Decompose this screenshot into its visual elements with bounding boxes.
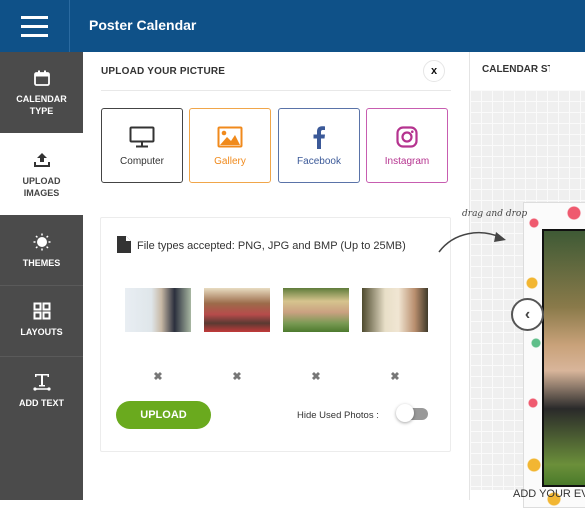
sidebar-label: UPLOAD bbox=[22, 176, 61, 186]
tab-calendar-style[interactable]: CALENDAR ST bbox=[470, 52, 550, 88]
image-icon bbox=[217, 124, 243, 150]
source-label: Gallery bbox=[214, 156, 246, 167]
sidebar-item-upload-images[interactable]: UPLOAD IMAGES bbox=[0, 133, 83, 215]
hide-used-photos-label: Hide Used Photos : bbox=[297, 410, 379, 421]
sidebar: CALENDAR TYPE UPLOAD IMAGES THEMES LAYOU… bbox=[0, 52, 83, 500]
add-event-label[interactable]: ADD YOUR EV bbox=[513, 488, 585, 500]
sidebar-label: ADD TEXT bbox=[19, 398, 64, 408]
facebook-icon bbox=[312, 124, 326, 150]
hide-used-photos-toggle[interactable] bbox=[396, 404, 428, 422]
file-types-text: File types accepted: PNG, JPG and BMP (U… bbox=[137, 240, 406, 252]
instagram-icon bbox=[396, 124, 418, 150]
monitor-icon bbox=[129, 124, 155, 150]
hamburger-icon bbox=[21, 13, 48, 40]
calendar-canvas-panel: CALENDAR ST ADD YOUR EV bbox=[469, 52, 585, 508]
drag-and-drop-hint: drag and drop bbox=[462, 209, 528, 219]
divider bbox=[101, 90, 451, 91]
photo-thumbnail[interactable] bbox=[204, 288, 270, 332]
text-icon bbox=[32, 373, 52, 391]
grid-icon bbox=[33, 302, 51, 320]
sidebar-label: THEMES bbox=[22, 258, 61, 268]
source-facebook-button[interactable]: Facebook bbox=[278, 108, 360, 183]
sidebar-label: CALENDAR bbox=[16, 94, 67, 104]
sidebar-item-calendar-type[interactable]: CALENDAR TYPE bbox=[0, 52, 83, 133]
canvas-grid bbox=[470, 90, 585, 508]
poster-photo bbox=[542, 229, 585, 487]
upload-icon bbox=[33, 151, 51, 169]
file-icon bbox=[117, 236, 131, 256]
sidebar-label: TYPE bbox=[29, 106, 54, 116]
sidebar-label: IMAGES bbox=[23, 188, 60, 198]
photo-thumbnail[interactable] bbox=[125, 288, 191, 332]
top-bar: Poster Calendar bbox=[0, 0, 585, 52]
menu-button[interactable] bbox=[0, 0, 70, 52]
source-computer-button[interactable]: Computer bbox=[101, 108, 183, 183]
delete-photo-button[interactable]: ✖ bbox=[231, 370, 243, 383]
delete-photo-button[interactable]: ✖ bbox=[152, 370, 164, 383]
source-gallery-button[interactable]: Gallery bbox=[189, 108, 271, 183]
photo-thumbnail[interactable] bbox=[283, 288, 349, 332]
calendar-icon bbox=[33, 69, 51, 87]
sun-icon bbox=[33, 233, 51, 251]
source-instagram-button[interactable]: Instagram bbox=[366, 108, 448, 183]
chevron-left-icon[interactable]: ‹ bbox=[511, 298, 544, 331]
delete-photo-button[interactable]: ✖ bbox=[389, 370, 401, 383]
curved-arrow-icon bbox=[438, 231, 506, 253]
sidebar-item-themes[interactable]: THEMES bbox=[0, 215, 83, 285]
source-label: Facebook bbox=[297, 156, 341, 167]
close-button[interactable]: x bbox=[423, 60, 445, 82]
app-title: Poster Calendar bbox=[89, 17, 197, 33]
upload-button[interactable]: UPLOAD bbox=[116, 401, 211, 429]
panel-title: UPLOAD YOUR PICTURE bbox=[101, 66, 226, 77]
sidebar-label: LAYOUTS bbox=[20, 327, 63, 337]
photo-thumbnail[interactable] bbox=[362, 288, 428, 332]
file-types-info: File types accepted: PNG, JPG and BMP (U… bbox=[117, 236, 406, 256]
delete-photo-button[interactable]: ✖ bbox=[310, 370, 322, 383]
toggle-knob bbox=[396, 404, 414, 422]
upload-dropzone[interactable]: File types accepted: PNG, JPG and BMP (U… bbox=[100, 217, 451, 452]
sidebar-item-layouts[interactable]: LAYOUTS bbox=[0, 286, 83, 356]
source-label: Instagram bbox=[384, 156, 430, 167]
sidebar-item-add-text[interactable]: ADD TEXT bbox=[0, 357, 83, 427]
source-label: Computer bbox=[120, 156, 164, 167]
calendar-poster-preview[interactable] bbox=[523, 202, 585, 508]
upload-panel: UPLOAD YOUR PICTURE x Computer Gallery F… bbox=[83, 52, 469, 500]
